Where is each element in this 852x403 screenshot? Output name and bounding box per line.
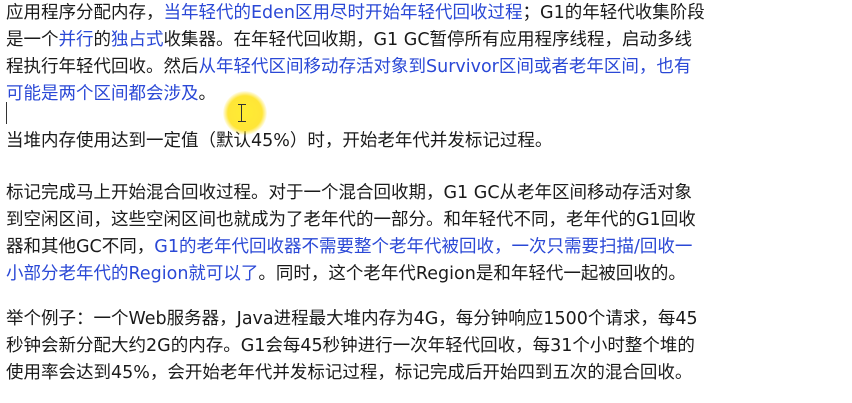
highlighted-text: 并行	[58, 30, 94, 50]
text-line: 应用程序分配内存，当年轻代的Eden区用尽时开始年轻代回收过程；G1的年轻代收集…	[6, 0, 852, 27]
body-text: 。	[198, 84, 217, 104]
body-text: 是一个	[6, 30, 59, 50]
ibeam-cursor-icon	[237, 104, 247, 122]
body-text: 的	[93, 30, 112, 50]
text-line: 是一个并行的独占式收集器。在年轻代回收期，G1 GC暂停所有应用程序线程，启动多…	[6, 27, 852, 54]
paragraph-example: 举个例子：一个Web服务器，Java进程最大堆内存为4G，每分钟响应1500个请…	[6, 306, 852, 387]
paragraph-young-gc: 应用程序分配内存，当年轻代的Eden区用尽时开始年轻代回收过程；G1的年轻代收集…	[6, 0, 852, 108]
text-line: 到空闲区间，这些空闲区间也就成为了老年代的一部分。和年轻代不同，老年代的G1回收	[6, 207, 852, 234]
text-caret	[6, 102, 7, 124]
body-text: 程执行年轻代回收。然后	[6, 57, 199, 77]
body-text: 当堆内存使用达到一定值（默认45%）时，开始老年代并发标记过程。	[6, 131, 553, 151]
body-text: 举个例子：一个Web服务器，Java进程最大堆内存为4G，每分钟响应1500个请…	[6, 309, 698, 329]
text-line: 小部分老年代的Region就可以了。同时，这个老年代Region是和年轻代一起被…	[6, 261, 852, 288]
text-line: 举个例子：一个Web服务器，Java进程最大堆内存为4G，每分钟响应1500个请…	[6, 306, 852, 333]
text-line: 秒钟会新分配大约2G的内存。G1会每45秒钟进行一次年轻代回收，每31个小时整个…	[6, 333, 852, 360]
text-line: 可能是两个区间都会涉及。	[6, 81, 852, 108]
body-text: 应用程序分配内存，	[6, 3, 164, 23]
highlighted-text: 从年轻代区间移动存活对象到Survivor区间或者老年区间，也有	[198, 57, 692, 77]
highlighted-text: 独占式	[111, 30, 164, 50]
text-line: 使用率会达到45%，会开始老年代并发标记过程，标记完成后开始四到五次的混合回收。	[6, 360, 852, 387]
text-line: 当堆内存使用达到一定值（默认45%）时，开始老年代并发标记过程。	[6, 128, 852, 155]
body-text: 器和其他GC不同，	[6, 237, 155, 257]
highlighted-text: 可能是两个区间都会涉及	[6, 84, 199, 104]
body-text: 。同时，这个老年代Region是和年轻代一起被回收的。	[258, 264, 686, 284]
text-line: 程执行年轻代回收。然后从年轻代区间移动存活对象到Survivor区间或者老年区间…	[6, 54, 852, 81]
highlighted-text: 小部分老年代的Region就可以了	[6, 264, 259, 284]
body-text: ；G1的年轻代收集阶段	[522, 3, 705, 23]
paragraph-mixed-gc: 标记完成马上开始混合回收过程。对于一个混合回收期，G1 GC从老年区间移动存活对…	[6, 180, 852, 288]
text-line: 标记完成马上开始混合回收过程。对于一个混合回收期，G1 GC从老年区间移动存活对…	[6, 180, 852, 207]
body-text: 使用率会达到45%，会开始老年代并发标记过程，标记完成后开始四到五次的混合回收。	[6, 363, 693, 383]
paragraph-concurrent-mark: 当堆内存使用达到一定值（默认45%）时，开始老年代并发标记过程。	[6, 128, 852, 155]
body-text: 秒钟会新分配大约2G的内存。G1会每45秒钟进行一次年轻代回收，每31个小时整个…	[6, 336, 695, 356]
highlighted-text: G1的老年代回收器不需要整个老年代被回收，一次只需要扫描/回收一	[154, 237, 693, 257]
highlighted-text: 当年轻代的Eden区用尽时开始年轻代回收过程	[163, 3, 523, 23]
body-text: 标记完成马上开始混合回收过程。对于一个混合回收期，G1 GC从老年区间移动存活对…	[6, 183, 693, 203]
text-line: 器和其他GC不同，G1的老年代回收器不需要整个老年代被回收，一次只需要扫描/回收…	[6, 234, 852, 261]
body-text: 到空闲区间，这些空闲区间也就成为了老年代的一部分。和年轻代不同，老年代的G1回收	[6, 210, 696, 230]
body-text: 收集器。在年轻代回收期，G1 GC暂停所有应用程序线程，启动多线	[163, 30, 693, 50]
